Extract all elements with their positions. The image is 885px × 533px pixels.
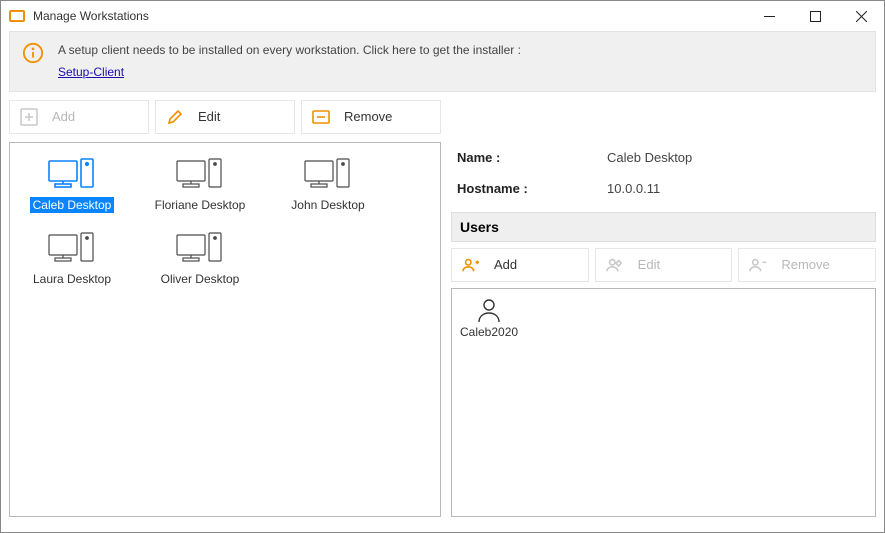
edit-user-label: Edit: [638, 257, 660, 272]
hostname-label: Hostname :: [457, 181, 607, 196]
add-workstation-button[interactable]: Add: [9, 100, 149, 134]
remove-user-button[interactable]: Remove: [738, 248, 876, 282]
detail-row-name: Name : Caleb Desktop: [451, 142, 876, 173]
computer-icon: [303, 157, 353, 193]
info-message: A setup client needs to be installed on …: [58, 42, 521, 59]
maximize-icon: [810, 11, 821, 22]
workstation-toolbar: Add Edit Remove: [1, 92, 884, 142]
user-item[interactable]: Caleb2020: [460, 297, 518, 339]
computer-icon: [175, 231, 225, 267]
workstations-panel: Caleb Desktop Floriane Desktop John Desk…: [9, 142, 441, 517]
setup-client-link[interactable]: Setup-Client: [58, 65, 124, 79]
user-edit-icon: [606, 256, 624, 274]
edit-workstation-label: Edit: [198, 109, 220, 124]
user-plus-icon: [462, 256, 480, 274]
name-value: Caleb Desktop: [607, 150, 692, 165]
add-workstation-label: Add: [52, 109, 75, 124]
users-toolbar: Add Edit Remove: [451, 248, 876, 282]
users-heading: Users: [451, 212, 876, 242]
main-area: Caleb Desktop Floriane Desktop John Desk…: [1, 142, 884, 527]
workstation-label: Caleb Desktop: [30, 197, 115, 213]
info-icon: [22, 42, 44, 69]
minimize-button[interactable]: [746, 1, 792, 31]
add-user-label: Add: [494, 257, 517, 272]
name-label: Name :: [457, 150, 607, 165]
workstation-item[interactable]: Laura Desktop: [18, 225, 126, 293]
remove-workstation-button[interactable]: Remove: [301, 100, 441, 134]
users-panel: Caleb2020: [451, 288, 876, 517]
titlebar: Manage Workstations: [1, 1, 884, 31]
workstation-item[interactable]: Oliver Desktop: [146, 225, 254, 293]
window-title: Manage Workstations: [33, 9, 746, 23]
app-icon: [9, 10, 25, 22]
workstation-label: John Desktop: [288, 197, 367, 213]
user-minus-icon: [749, 256, 767, 274]
user-label: Caleb2020: [460, 325, 518, 339]
computer-icon: [47, 231, 97, 267]
remove-user-label: Remove: [781, 257, 829, 272]
pencil-icon: [166, 108, 184, 126]
minus-box-icon: [312, 108, 330, 126]
detail-row-hostname: Hostname : 10.0.0.11: [451, 173, 876, 204]
info-banner: A setup client needs to be installed on …: [9, 31, 876, 92]
workstation-label: Oliver Desktop: [158, 271, 243, 287]
close-button[interactable]: [838, 1, 884, 31]
workstation-label: Floriane Desktop: [152, 197, 249, 213]
close-icon: [856, 11, 867, 22]
maximize-button[interactable]: [792, 1, 838, 31]
workstation-label: Laura Desktop: [30, 271, 114, 287]
computer-icon: [175, 157, 225, 193]
workstation-item[interactable]: John Desktop: [274, 151, 382, 219]
plus-icon: [20, 108, 38, 126]
computer-icon: [47, 157, 97, 193]
workstation-item[interactable]: Caleb Desktop: [18, 151, 126, 219]
user-icon: [476, 297, 502, 323]
details-panel: Name : Caleb Desktop Hostname : 10.0.0.1…: [451, 142, 876, 517]
edit-workstation-button[interactable]: Edit: [155, 100, 295, 134]
add-user-button[interactable]: Add: [451, 248, 589, 282]
minimize-icon: [764, 11, 775, 22]
remove-workstation-label: Remove: [344, 109, 392, 124]
workstation-item[interactable]: Floriane Desktop: [146, 151, 254, 219]
hostname-value: 10.0.0.11: [607, 181, 660, 196]
edit-user-button[interactable]: Edit: [595, 248, 733, 282]
workstations-grid: Caleb Desktop Floriane Desktop John Desk…: [18, 151, 432, 293]
